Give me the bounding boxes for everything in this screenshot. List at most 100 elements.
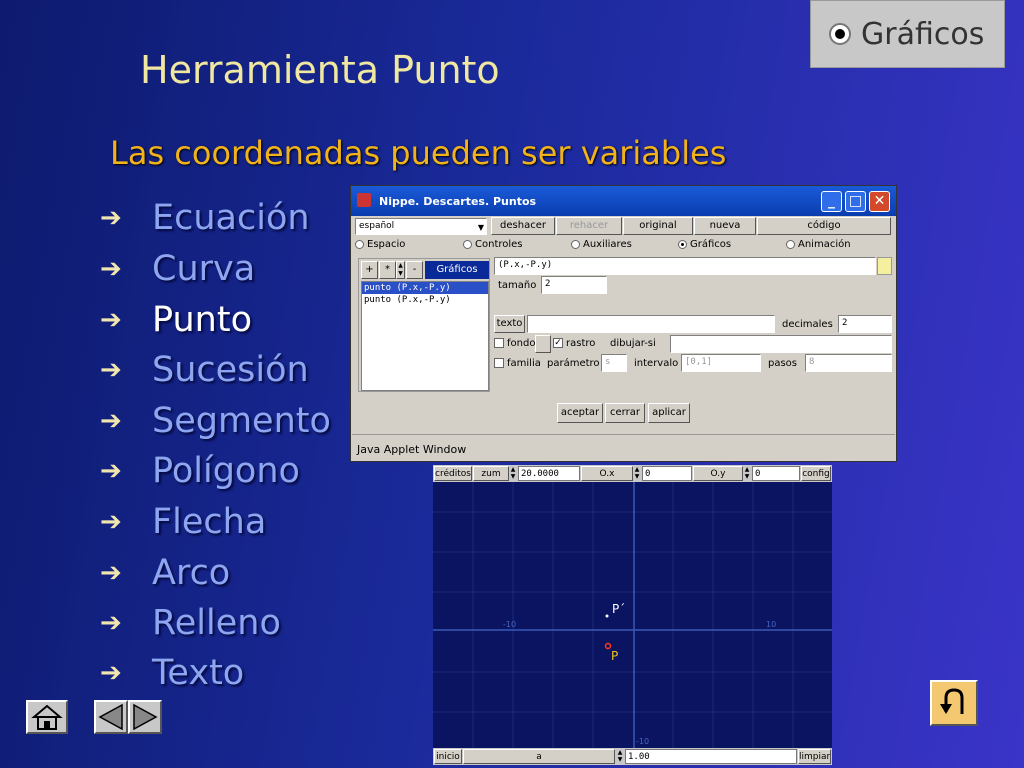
tab-auxiliares[interactable]: Auxiliares [571,239,632,250]
radio-icon [463,239,472,249]
tick-label-pos: 10 [766,620,776,629]
menu-item-ecuacion[interactable]: ➔ Ecuación [100,193,310,243]
oy-label: O.y [693,466,743,481]
pasos-input[interactable]: 8 [805,354,892,372]
a-label: a [463,749,615,764]
arrow-icon: ➔ [100,558,122,588]
radio-selected-icon [678,239,687,249]
ox-input[interactable]: 0 [642,466,692,481]
inicio-button[interactable]: inicio [434,749,462,764]
badge-label: Gráficos [861,16,985,52]
rehacer-button[interactable]: rehacer [556,217,622,235]
ox-label: O.x [581,466,633,481]
graphics-list[interactable]: punto (P.x,-P.y) punto (P.x,-P.y) [361,281,489,391]
arrow-icon: ➔ [100,608,122,638]
parametro-input[interactable]: s [601,354,627,372]
tab-controles[interactable]: Controles [463,239,523,250]
oy-input[interactable]: 0 [752,466,800,481]
window-titlebar[interactable]: Nippe. Descartes. Puntos _ □ ✕ [351,186,896,216]
deshacer-button[interactable]: deshacer [491,217,555,235]
menu-item-curva[interactable]: ➔ Curva [100,244,255,294]
page-subtitle: Las coordenadas pueden ser variables [110,134,727,172]
dibujar-input[interactable] [670,335,892,353]
close-icon[interactable]: ✕ [869,191,890,212]
limpiar-button[interactable]: limpiar [798,749,831,764]
graph-bottom-bar: inicio a ▲ ▼ 1.00 limpiar [433,748,832,765]
point-p-marker [604,642,612,650]
zum-input[interactable]: 20.0000 [518,466,580,481]
point-p-label: P [611,649,618,663]
tab-animacion[interactable]: Animación [786,239,851,250]
texto-input[interactable] [527,315,775,333]
fondo-checkbox[interactable]: fondo [494,338,535,349]
return-button[interactable] [930,680,978,726]
radio-selected-icon [829,23,851,45]
arrow-icon: ➔ [100,203,122,233]
window-title: Nippe. Descartes. Puntos [379,195,537,208]
graph-canvas[interactable]: -10 10 -10 P´ P [433,482,832,748]
return-icon [940,688,964,714]
ox-spinner-icon[interactable]: ▲ ▼ [633,466,641,481]
home-button[interactable] [26,700,68,734]
menu-item-arco[interactable]: ➔ Arco [100,548,230,598]
familia-checkbox[interactable]: familia [494,358,541,369]
cerrar-button[interactable]: cerrar [605,403,645,423]
tab-espacio[interactable]: Espacio [355,239,405,250]
rastro-checkbox[interactable]: ✓ rastro [553,338,595,349]
menu-item-segmento[interactable]: ➔ Segmento [100,396,331,446]
zum-label: zum [473,466,509,481]
dibujar-label: dibujar-si [610,338,656,349]
menu-item-relleno[interactable]: ➔ Relleno [100,598,281,648]
decimales-input[interactable]: 2 [838,315,892,333]
minimize-icon[interactable]: _ [821,191,842,212]
texto-button[interactable]: texto [494,315,525,333]
grid-lines [433,482,832,748]
tamano-input[interactable]: 2 [541,276,607,294]
language-select[interactable]: español ▼ [355,218,487,235]
add-button[interactable]: + [361,261,378,279]
codigo-button[interactable]: código [757,217,891,235]
a-input[interactable]: 1.00 [625,749,797,764]
menu-item-flecha[interactable]: ➔ Flecha [100,497,266,547]
tick-label-bottom: -10 [636,737,649,746]
menu-item-texto[interactable]: ➔ Texto [100,648,244,698]
zum-spinner-icon[interactable]: ▲ ▼ [509,466,517,481]
tick-label-neg: -10 [503,620,516,629]
oy-spinner-icon[interactable]: ▲ ▼ [743,466,751,481]
a-spinner-icon[interactable]: ▲ ▼ [616,749,624,764]
config-button[interactable]: config [801,466,831,481]
aceptar-button[interactable]: aceptar [557,403,603,423]
checkbox-icon [494,338,504,348]
graphics-list-panel: + * ▲ ▼ - Gráficos punto (P.x,-P.y) punto… [358,258,490,392]
copy-button[interactable]: * [379,261,396,279]
move-updown-icon[interactable]: ▲ ▼ [396,261,405,279]
aplicar-button[interactable]: aplicar [648,403,690,423]
original-button[interactable]: original [623,217,693,235]
chevron-down-icon: ▼ [477,223,484,232]
list-item[interactable]: punto (P.x,-P.y) [362,282,488,294]
remove-button[interactable]: - [406,261,423,279]
arrow-icon: ➔ [100,355,122,385]
menu-item-sucesion[interactable]: ➔ Sucesión [100,345,309,395]
creditos-button[interactable]: créditos [434,466,472,481]
home-icon [31,704,63,730]
fondo-color-button[interactable] [535,335,551,353]
nueva-button[interactable]: nueva [694,217,756,235]
menu-item-poligono[interactable]: ➔ Polígono [100,446,300,496]
checked-icon: ✓ [553,338,563,348]
tab-graficos[interactable]: Gráficos [678,239,731,250]
color-swatch[interactable] [877,257,892,275]
next-button[interactable] [128,700,162,734]
prev-button[interactable] [94,700,128,734]
intervalo-input[interactable]: [0,1] [681,354,761,372]
arrow-icon: ➔ [100,406,122,436]
arrow-icon: ➔ [100,305,122,335]
point-p-prime-label: P´ [612,602,625,616]
maximize-icon[interactable]: □ [845,191,866,212]
list-item[interactable]: punto (P.x,-P.y) [362,294,488,306]
expression-input[interactable]: (P.x,-P.y) [494,257,876,275]
menu-item-punto[interactable]: ➔ Punto [100,295,252,345]
page-title: Herramienta Punto [140,48,500,92]
java-app-icon [357,193,371,207]
decimales-label: decimales [782,319,833,330]
